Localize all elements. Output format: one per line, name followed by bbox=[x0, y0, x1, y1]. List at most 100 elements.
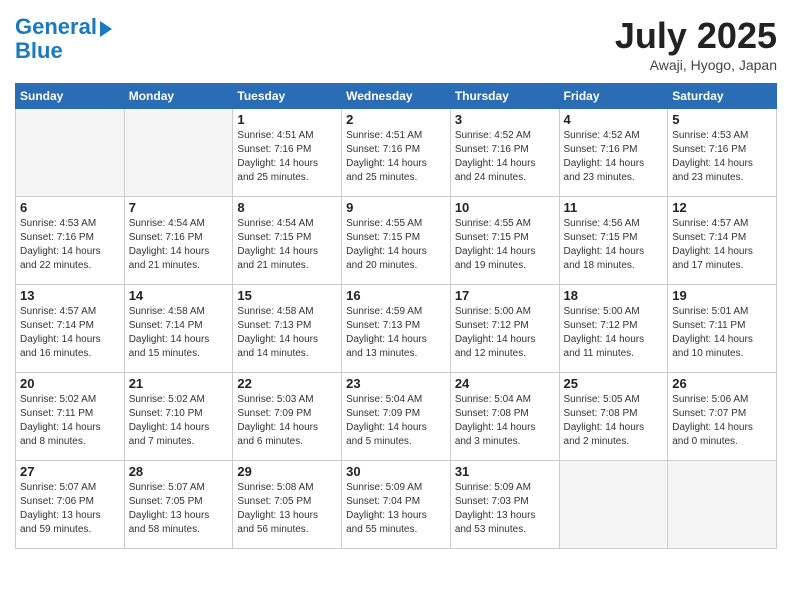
day-number: 30 bbox=[346, 464, 446, 479]
day-info: Sunrise: 5:07 AM Sunset: 7:06 PM Dayligh… bbox=[20, 481, 120, 537]
calendar-cell: 2 Sunrise: 4:51 AM Sunset: 7:16 PM Daylig… bbox=[342, 109, 451, 197]
day-info: Sunrise: 4:53 AM Sunset: 7:16 PM Dayligh… bbox=[672, 129, 772, 185]
day-number: 22 bbox=[237, 376, 337, 391]
calendar-cell: 22Sunrise: 5:03 AM Sunset: 7:09 PM Dayli… bbox=[233, 373, 342, 461]
day-number: 16 bbox=[346, 288, 446, 303]
calendar-cell: 14 Sunrise: 4:58 AM Sunset: 7:14 PM Dayli… bbox=[124, 285, 233, 373]
day-number: 26 bbox=[672, 376, 772, 391]
day-number: 14 bbox=[129, 288, 229, 303]
calendar-cell: 1 Sunrise: 4:51 AM Sunset: 7:16 PM Daylig… bbox=[233, 109, 342, 197]
day-info: Sunrise: 4:53 AM Sunset: 7:16 PM Dayligh… bbox=[20, 217, 120, 273]
calendar-cell: 15 Sunrise: 4:58 AM Sunset: 7:13 PM Dayli… bbox=[233, 285, 342, 373]
day-info: Sunrise: 5:04 AM Sunset: 7:09 PM Dayligh… bbox=[346, 393, 446, 449]
day-info: Sunrise: 4:57 AM Sunset: 7:14 PM Dayligh… bbox=[20, 305, 120, 361]
day-number: 29 bbox=[237, 464, 337, 479]
calendar-cell: 27 Sunrise: 5:07 AM Sunset: 7:06 PM Dayli… bbox=[16, 461, 125, 549]
day-info: Sunrise: 4:52 AM Sunset: 7:16 PM Dayligh… bbox=[455, 129, 555, 185]
calendar-cell: 4 Sunrise: 4:52 AM Sunset: 7:16 PM Daylig… bbox=[559, 109, 668, 197]
day-number: 2 bbox=[346, 112, 446, 127]
day-number: 24 bbox=[455, 376, 555, 391]
logo: General Blue bbox=[15, 15, 112, 63]
day-info: Sunrise: 4:56 AM Sunset: 7:15 PM Dayligh… bbox=[564, 217, 664, 273]
calendar-cell bbox=[559, 461, 668, 549]
day-number: 12 bbox=[672, 200, 772, 215]
weekday-header-monday: Monday bbox=[124, 84, 233, 109]
day-number: 13 bbox=[20, 288, 120, 303]
day-number: 17 bbox=[455, 288, 555, 303]
day-info: Sunrise: 5:02 AM Sunset: 7:11 PM Dayligh… bbox=[20, 393, 120, 449]
day-number: 15 bbox=[237, 288, 337, 303]
page-container: General Blue July 2025 Awaji, Hyogo, Jap… bbox=[0, 0, 792, 559]
day-number: 31 bbox=[455, 464, 555, 479]
calendar-cell: 8 Sunrise: 4:54 AM Sunset: 7:15 PM Daylig… bbox=[233, 197, 342, 285]
day-number: 9 bbox=[346, 200, 446, 215]
day-number: 25 bbox=[564, 376, 664, 391]
calendar-cell: 7 Sunrise: 4:54 AM Sunset: 7:16 PM Daylig… bbox=[124, 197, 233, 285]
day-info: Sunrise: 5:09 AM Sunset: 7:03 PM Dayligh… bbox=[455, 481, 555, 537]
day-number: 6 bbox=[20, 200, 120, 215]
calendar-cell: 17 Sunrise: 5:00 AM Sunset: 7:12 PM Dayli… bbox=[450, 285, 559, 373]
day-info: Sunrise: 5:00 AM Sunset: 7:12 PM Dayligh… bbox=[455, 305, 555, 361]
day-info: Sunrise: 5:08 AM Sunset: 7:05 PM Dayligh… bbox=[237, 481, 337, 537]
calendar-cell: 26Sunrise: 5:06 AM Sunset: 7:07 PM Dayli… bbox=[668, 373, 777, 461]
logo-blue: Blue bbox=[15, 39, 112, 63]
day-number: 23 bbox=[346, 376, 446, 391]
calendar-cell: 24Sunrise: 5:04 AM Sunset: 7:08 PM Dayli… bbox=[450, 373, 559, 461]
calendar-cell: 5 Sunrise: 4:53 AM Sunset: 7:16 PM Daylig… bbox=[668, 109, 777, 197]
day-info: Sunrise: 4:54 AM Sunset: 7:16 PM Dayligh… bbox=[129, 217, 229, 273]
calendar-cell: 23 Sunrise: 5:04 AM Sunset: 7:09 PM Dayli… bbox=[342, 373, 451, 461]
calendar-cell: 18 Sunrise: 5:00 AM Sunset: 7:12 PM Dayli… bbox=[559, 285, 668, 373]
day-number: 3 bbox=[455, 112, 555, 127]
calendar-cell: 12 Sunrise: 4:57 AM Sunset: 7:14 PM Dayli… bbox=[668, 197, 777, 285]
calendar-cell: 6 Sunrise: 4:53 AM Sunset: 7:16 PM Daylig… bbox=[16, 197, 125, 285]
day-info: Sunrise: 4:51 AM Sunset: 7:16 PM Dayligh… bbox=[237, 129, 337, 185]
day-number: 11 bbox=[564, 200, 664, 215]
day-info: Sunrise: 4:57 AM Sunset: 7:14 PM Dayligh… bbox=[672, 217, 772, 273]
day-info: Sunrise: 4:58 AM Sunset: 7:14 PM Dayligh… bbox=[129, 305, 229, 361]
weekday-header-tuesday: Tuesday bbox=[233, 84, 342, 109]
day-number: 8 bbox=[237, 200, 337, 215]
day-number: 18 bbox=[564, 288, 664, 303]
calendar-cell: 30 Sunrise: 5:09 AM Sunset: 7:04 PM Dayli… bbox=[342, 461, 451, 549]
calendar-cell: 21 Sunrise: 5:02 AM Sunset: 7:10 PM Dayli… bbox=[124, 373, 233, 461]
location: Awaji, Hyogo, Japan bbox=[615, 57, 777, 73]
day-number: 21 bbox=[129, 376, 229, 391]
calendar-cell: 20Sunrise: 5:02 AM Sunset: 7:11 PM Dayli… bbox=[16, 373, 125, 461]
day-info: Sunrise: 4:54 AM Sunset: 7:15 PM Dayligh… bbox=[237, 217, 337, 273]
day-number: 27 bbox=[20, 464, 120, 479]
calendar-table: SundayMondayTuesdayWednesdayThursdayFrid… bbox=[15, 83, 777, 549]
day-info: Sunrise: 5:07 AM Sunset: 7:05 PM Dayligh… bbox=[129, 481, 229, 537]
calendar-cell: 25 Sunrise: 5:05 AM Sunset: 7:08 PM Dayli… bbox=[559, 373, 668, 461]
day-info: Sunrise: 5:00 AM Sunset: 7:12 PM Dayligh… bbox=[564, 305, 664, 361]
calendar-cell: 29 Sunrise: 5:08 AM Sunset: 7:05 PM Dayli… bbox=[233, 461, 342, 549]
header: General Blue July 2025 Awaji, Hyogo, Jap… bbox=[15, 15, 777, 73]
calendar-cell: 3 Sunrise: 4:52 AM Sunset: 7:16 PM Daylig… bbox=[450, 109, 559, 197]
weekday-header-wednesday: Wednesday bbox=[342, 84, 451, 109]
logo-arrow-icon bbox=[100, 21, 112, 37]
day-number: 5 bbox=[672, 112, 772, 127]
calendar-cell: 9Sunrise: 4:55 AM Sunset: 7:15 PM Daylig… bbox=[342, 197, 451, 285]
calendar-cell: 16 Sunrise: 4:59 AM Sunset: 7:13 PM Dayli… bbox=[342, 285, 451, 373]
day-info: Sunrise: 5:09 AM Sunset: 7:04 PM Dayligh… bbox=[346, 481, 446, 537]
day-info: Sunrise: 4:59 AM Sunset: 7:13 PM Dayligh… bbox=[346, 305, 446, 361]
calendar-cell: 11 Sunrise: 4:56 AM Sunset: 7:15 PM Dayli… bbox=[559, 197, 668, 285]
month-title: July 2025 bbox=[615, 15, 777, 57]
calendar-cell bbox=[16, 109, 125, 197]
calendar-cell: 28Sunrise: 5:07 AM Sunset: 7:05 PM Dayli… bbox=[124, 461, 233, 549]
calendar-cell: 10Sunrise: 4:55 AM Sunset: 7:15 PM Dayli… bbox=[450, 197, 559, 285]
calendar-cell bbox=[668, 461, 777, 549]
day-number: 19 bbox=[672, 288, 772, 303]
day-info: Sunrise: 4:52 AM Sunset: 7:16 PM Dayligh… bbox=[564, 129, 664, 185]
day-number: 1 bbox=[237, 112, 337, 127]
calendar-cell: 13 Sunrise: 4:57 AM Sunset: 7:14 PM Dayli… bbox=[16, 285, 125, 373]
day-info: Sunrise: 5:02 AM Sunset: 7:10 PM Dayligh… bbox=[129, 393, 229, 449]
weekday-header-saturday: Saturday bbox=[668, 84, 777, 109]
day-number: 7 bbox=[129, 200, 229, 215]
calendar-cell: 19Sunrise: 5:01 AM Sunset: 7:11 PM Dayli… bbox=[668, 285, 777, 373]
day-info: Sunrise: 4:51 AM Sunset: 7:16 PM Dayligh… bbox=[346, 129, 446, 185]
day-info: Sunrise: 4:58 AM Sunset: 7:13 PM Dayligh… bbox=[237, 305, 337, 361]
calendar-cell: 31 Sunrise: 5:09 AM Sunset: 7:03 PM Dayli… bbox=[450, 461, 559, 549]
day-info: Sunrise: 5:05 AM Sunset: 7:08 PM Dayligh… bbox=[564, 393, 664, 449]
logo-text: General bbox=[15, 15, 97, 39]
day-number: 4 bbox=[564, 112, 664, 127]
